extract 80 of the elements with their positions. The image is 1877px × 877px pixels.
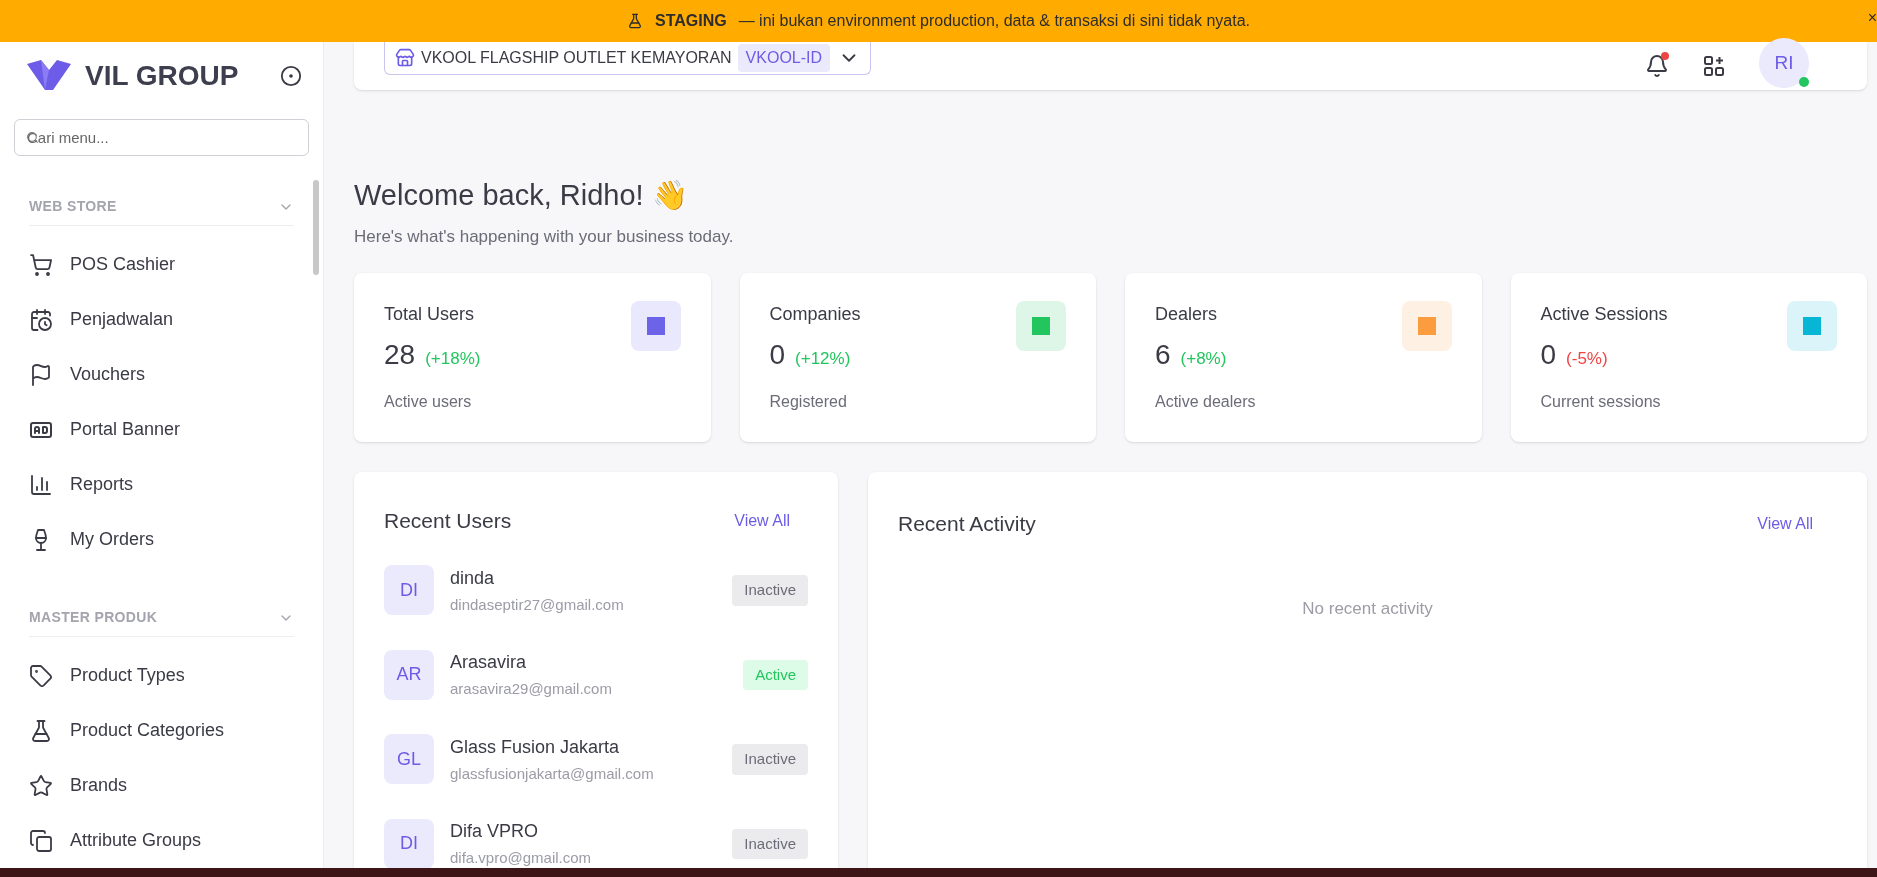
outlet-code: VKOOL-ID xyxy=(737,44,831,72)
sidebar-item[interactable]: My Orders xyxy=(14,512,309,567)
sidebar-item[interactable]: POS Cashier xyxy=(14,237,309,292)
stat-value: 0 xyxy=(769,338,786,372)
stat-change: (+12%) xyxy=(795,348,851,370)
search-field[interactable]: Cari menu... xyxy=(14,119,309,156)
user-row[interactable]: DI Difa VPRO difa.vpro@gmail.com Inactive xyxy=(384,818,808,868)
stat-title: Dealers xyxy=(1155,303,1219,326)
user-email: glassfusionjakarta@gmail.com xyxy=(450,763,655,784)
stat-caption: Current sessions xyxy=(1540,392,1662,412)
user-name: dinda xyxy=(450,566,496,590)
stat-title: Total Users xyxy=(384,303,476,326)
user-initials-avatar: GL xyxy=(384,734,434,785)
sidebar-item[interactable]: Penjadwalan xyxy=(14,292,309,347)
section-header: MASTER PRODUK xyxy=(29,608,158,627)
sidebar-item[interactable]: Portal Banner xyxy=(14,402,309,457)
empty-state-text: No recent activity xyxy=(1302,597,1433,620)
user-email: arasavira29@gmail.com xyxy=(450,679,613,699)
store-icon xyxy=(395,48,415,68)
banner-message: — ini bukan environment production, data & transaksi di sini tidak nyata. xyxy=(738,11,1251,31)
user-row[interactable]: AR Arasavira arasavira29@gmail.com Active xyxy=(384,649,808,701)
sidebar-item[interactable]: Vouchers xyxy=(14,347,309,402)
star-icon xyxy=(29,773,53,798)
stat-value: 28 xyxy=(384,338,416,372)
tag-icon xyxy=(29,663,53,688)
stat-caption: Active dealers xyxy=(1155,392,1257,412)
view-all-link[interactable]: View All xyxy=(734,508,790,533)
user-name: Arasavira xyxy=(450,651,528,674)
user-initials-avatar: DI xyxy=(384,818,434,868)
stat-change: (+18%) xyxy=(425,348,481,370)
user-row[interactable]: GL Glass Fusion Jakarta glassfusionjakarta@gmail.com Inactive xyxy=(384,733,808,785)
sidebar-item[interactable]: Attribute Groups xyxy=(14,813,309,868)
sidebar-item[interactable]: Reports xyxy=(14,457,309,512)
panel-title: Recent Users xyxy=(384,508,512,534)
bar-chart-icon xyxy=(29,472,53,497)
welcome-title: Welcome back, Ridho! 👋 xyxy=(354,178,689,213)
stat-value: 6 xyxy=(1155,338,1171,372)
user-name: Difa VPRO xyxy=(450,820,540,843)
user-name: Glass Fusion Jakarta xyxy=(450,735,621,759)
flask-icon xyxy=(626,13,643,29)
stat-caption: Active users xyxy=(384,392,473,412)
scrollbar-thumb[interactable] xyxy=(313,180,319,275)
status-badge: Inactive xyxy=(732,828,808,859)
section-header: WEB STORE xyxy=(29,197,117,216)
stat-caption: Registered xyxy=(769,392,848,412)
status-badge: Inactive xyxy=(732,744,808,775)
outlet-selector[interactable]: VKOOL FLAGSHIP OUTLET KEMAYORAN VKOOL-ID xyxy=(384,42,872,75)
sidebar-item[interactable]: Brands xyxy=(14,758,309,813)
search-icon xyxy=(26,131,39,144)
brand-name: VIL GROUP xyxy=(85,58,239,93)
user-row[interactable]: DI dinda dindaseptir27@gmail.com Inactive xyxy=(384,564,808,616)
status-badge: Active xyxy=(743,659,808,690)
outlet-name: VKOOL FLAGSHIP OUTLET KEMAYORAN xyxy=(421,48,732,68)
user-email: dindaseptir27@gmail.com xyxy=(450,594,625,615)
stat-change: (-5%) xyxy=(1566,348,1608,370)
view-all-link[interactable]: View All xyxy=(1757,511,1813,536)
stat-change: (+8%) xyxy=(1180,348,1227,370)
collapse-icon[interactable] xyxy=(280,64,302,87)
panel-title: Recent Activity xyxy=(898,511,1036,537)
user-initials-avatar: AR xyxy=(384,649,434,700)
stat-title: Companies xyxy=(769,303,862,326)
welcome-subtitle: Here's what's happening with your business today. xyxy=(354,225,735,248)
flask-icon xyxy=(29,718,53,743)
stat-value: 0 xyxy=(1540,338,1557,372)
user-email: difa.vpro@gmail.com xyxy=(450,848,593,868)
user-avatar[interactable]: RI xyxy=(1759,38,1809,88)
flag-icon xyxy=(29,362,53,387)
apps-icon[interactable] xyxy=(1703,55,1725,77)
close-button[interactable]: × xyxy=(1867,10,1877,26)
bell-icon[interactable] xyxy=(1645,54,1669,78)
logo-icon xyxy=(27,59,71,92)
cart-icon xyxy=(29,252,53,277)
stat-title: Active Sessions xyxy=(1540,303,1669,326)
sidebar-item[interactable]: Product Categories xyxy=(14,703,309,758)
calendar-clock-icon xyxy=(29,307,53,332)
status-badge: Inactive xyxy=(732,575,808,606)
banner-label: STAGING xyxy=(654,11,727,31)
copy-icon xyxy=(29,828,53,853)
user-initials-avatar: DI xyxy=(384,565,434,616)
sidebar-item[interactable]: Product Types xyxy=(14,648,309,703)
